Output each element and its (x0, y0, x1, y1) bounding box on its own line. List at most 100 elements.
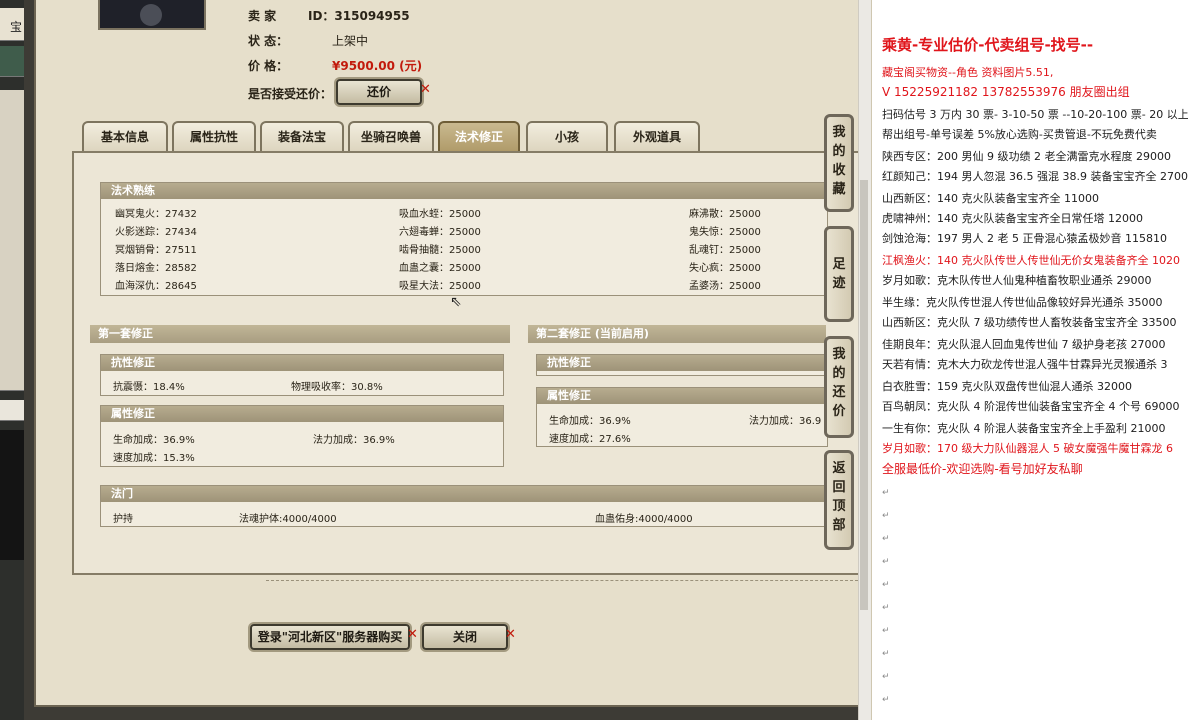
price-label: 价 格： (248, 59, 289, 73)
side-tab-label: 足迹 (832, 257, 846, 291)
close-button[interactable]: 关闭 (422, 624, 508, 650)
spell-cell: 落日熔金：28582 (115, 263, 197, 274)
spell-cell: 冥烟销骨：27511 (115, 245, 197, 256)
tab-mount-pet[interactable]: 坐骑召唤兽 (348, 121, 434, 151)
fa-men-item: 血蛊佑身:4000/4000 (595, 514, 693, 525)
attr-item: 速度加成：15.3% (113, 453, 195, 464)
attr-item: 法力加成：36.9% (313, 435, 395, 446)
seller-label: 卖 家 (248, 9, 277, 23)
paragraph-mark-icon: ↵ (882, 511, 890, 521)
spell-cell: 麻沸散：25000 (689, 209, 761, 220)
side-tab-label: 返回顶部 (832, 461, 846, 533)
spell-cell: 啮骨抽髓：25000 (399, 245, 481, 256)
tab-equipment-treasure[interactable]: 装备法宝 (260, 121, 344, 151)
paragraph-mark-icon: ↵ (882, 695, 890, 705)
side-tab-my-offers[interactable]: 我的还价 (824, 336, 854, 438)
counter-offer-label: 是否接受还价： (248, 87, 333, 101)
document-line: 帮出组号-单号误差 5%放心选购-买贵管退-不玩免费代卖 (882, 128, 1157, 141)
fa-men-item: 护持 (113, 514, 133, 525)
paragraph-mark-icon: ↵ (882, 626, 890, 636)
tab-attribute-resistance[interactable]: 属性抗性 (172, 121, 256, 151)
document-line: 藏宝阁买物资--角色 资料图片5.51, (882, 66, 1054, 79)
side-tab-footprint[interactable]: 足迹 (824, 226, 854, 322)
mouse-cursor-icon: ⇖ (450, 294, 462, 310)
document-line: 天若有情：克木大力砍龙传世混人强牛甘霖异光灵猴通杀 3 (882, 358, 1168, 371)
document-line: 岁月如歌：170 级大力队仙器混人 5 破女魔强牛魔甘霖龙 6 (882, 442, 1173, 455)
document-line: 乘黄-专业估价-代卖组号-找号-- (882, 36, 1094, 54)
document-line: 山西新区：140 克火队装备宝宝齐全 11000 (882, 192, 1099, 205)
set1-resist-section: 抗性修正 抗震慑：18.4% 物理吸收率：30.8% (100, 354, 504, 396)
fa-men-item: 法魂护体:4000/4000 (239, 514, 337, 525)
document-line: 虎啸神州：140 克火队装备宝宝齐全日常任塔 12000 (882, 212, 1143, 225)
background-window-footer (0, 400, 24, 421)
document-line: V 15225921182 13782553976 朋友圈出组 (882, 85, 1130, 99)
background-window-strip: 宝 (0, 0, 24, 720)
spell-cell: 孟婆汤：25000 (689, 281, 761, 292)
spell-cell: 六翅毒蝉：25000 (399, 227, 481, 238)
section-title: 属性修正 (101, 406, 503, 422)
close-x-icon: ✕ (407, 627, 418, 642)
spell-mastery-section: 法术熟练 幽冥鬼火：27432 吸血水蛭：25000 麻沸散：25000 火影迷… (100, 182, 828, 296)
price-value: ¥9500.00 (元) (332, 59, 423, 73)
spell-cell: 吸星大法：25000 (399, 281, 481, 292)
spell-cell: 血海深仇：28645 (115, 281, 197, 292)
seller-id: ID：315094955 (308, 9, 410, 23)
spell-cell: 血蛊之囊：25000 (399, 263, 481, 274)
side-tab-label: 我的收藏 (832, 125, 846, 197)
scrollbar-thumb[interactable] (860, 180, 868, 610)
counter-offer-button[interactable]: 还价 (336, 79, 422, 105)
tab-spell-correction[interactable]: 法术修正 (438, 121, 520, 151)
attr-item: 速度加成：27.6% (549, 434, 631, 445)
tab-child[interactable]: 小孩 (526, 121, 608, 151)
tab-basic-info[interactable]: 基本信息 (82, 121, 168, 151)
paragraph-mark-icon: ↵ (882, 603, 890, 613)
background-video (0, 430, 24, 560)
side-tab-favorites[interactable]: 我的收藏 (824, 114, 854, 212)
set1-title: 第一套修正 (90, 325, 510, 343)
document-line: 岁月如歌：克木队传世人仙鬼种植畜牧职业通杀 29000 (882, 274, 1152, 287)
document-line: 剑蚀沧海：197 男人 2 老 5 正骨混心猿孟极妙音 115810 (882, 232, 1167, 245)
status-value: 上架中 (332, 34, 369, 48)
document-line: 全服最低价-欢迎选购-看号加好友私聊 (882, 462, 1083, 476)
close-x-icon: ✕ (505, 627, 516, 642)
spell-cell: 幽冥鬼火：27432 (115, 209, 197, 220)
character-avatar (98, 0, 206, 30)
side-tab-back-to-top[interactable]: 返回顶部 (824, 450, 854, 550)
section-title: 属性修正 (537, 388, 827, 404)
document-line: 百鸟朝凤：克火队 4 阶混传世仙装备宝宝齐全 4 个号 69000 (882, 400, 1180, 413)
set2-resist-section: 抗性修正 (536, 354, 828, 376)
side-tab-label: 我的还价 (832, 347, 846, 419)
document-line: 山西新区：克火队 7 级功绩传世人畜牧装备宝宝齐全 33500 (882, 316, 1177, 329)
set2-attr-section: 属性修正 生命加成：36.9% 法力加成：36.9 速度加成：27.6% (536, 387, 828, 447)
section-title: 抗性修正 (537, 355, 827, 371)
resist-item: 物理吸收率：30.8% (291, 382, 383, 393)
tab-appearance-items[interactable]: 外观道具 (614, 121, 700, 151)
login-buy-button[interactable]: 登录"河北新区"服务器购买 (250, 624, 410, 650)
document-line: 一生有你：克火队 4 阶混人装备宝宝齐全上手盈利 21000 (882, 422, 1166, 435)
spell-cell: 吸血水蛭：25000 (399, 209, 481, 220)
document-line: 江枫渔火：140 克火队传世人传世仙无价女鬼装备齐全 1020 (882, 254, 1180, 267)
section-title: 法术熟练 (101, 183, 827, 199)
fa-men-section: 法门 护持 法魂护体:4000/4000 血蛊佑身:4000/4000 (100, 485, 828, 527)
paragraph-mark-icon: ↵ (882, 649, 890, 659)
spell-cell: 乱魂钉：25000 (689, 245, 761, 256)
document-line: 佳期良年：克火队混人回血鬼传世仙 7 级护身老孩 27000 (882, 338, 1166, 351)
paragraph-mark-icon: ↵ (882, 557, 890, 567)
spell-cell: 火影迷踪：27434 (115, 227, 197, 238)
background-window-bar (0, 46, 24, 77)
status-label: 状 态： (248, 34, 289, 48)
spell-cell: 鬼失惊：25000 (689, 227, 761, 238)
paragraph-mark-icon: ↵ (882, 672, 890, 682)
spell-mastery-grid: 幽冥鬼火：27432 吸血水蛭：25000 麻沸散：25000 火影迷踪：274… (101, 199, 827, 293)
set2-title: 第二套修正 (当前启用) (528, 325, 826, 343)
paragraph-mark-icon: ↵ (882, 580, 890, 590)
divider (266, 580, 858, 581)
document-line: 白衣胜雪：159 克火队双盘传世仙混人通杀 32000 (882, 380, 1132, 393)
attr-item: 生命加成：36.9% (549, 416, 631, 427)
document-line: 扫码估号 3 万内 30 票- 3-10-50 票 --10-20-100 票-… (882, 108, 1188, 121)
attr-item: 法力加成：36.9 (749, 416, 822, 427)
spell-cell: 失心疯：25000 (689, 263, 761, 274)
paragraph-mark-icon: ↵ (882, 534, 890, 544)
resist-item: 抗震慑：18.4% (113, 382, 185, 393)
attr-item: 生命加成：36.9% (113, 435, 195, 446)
